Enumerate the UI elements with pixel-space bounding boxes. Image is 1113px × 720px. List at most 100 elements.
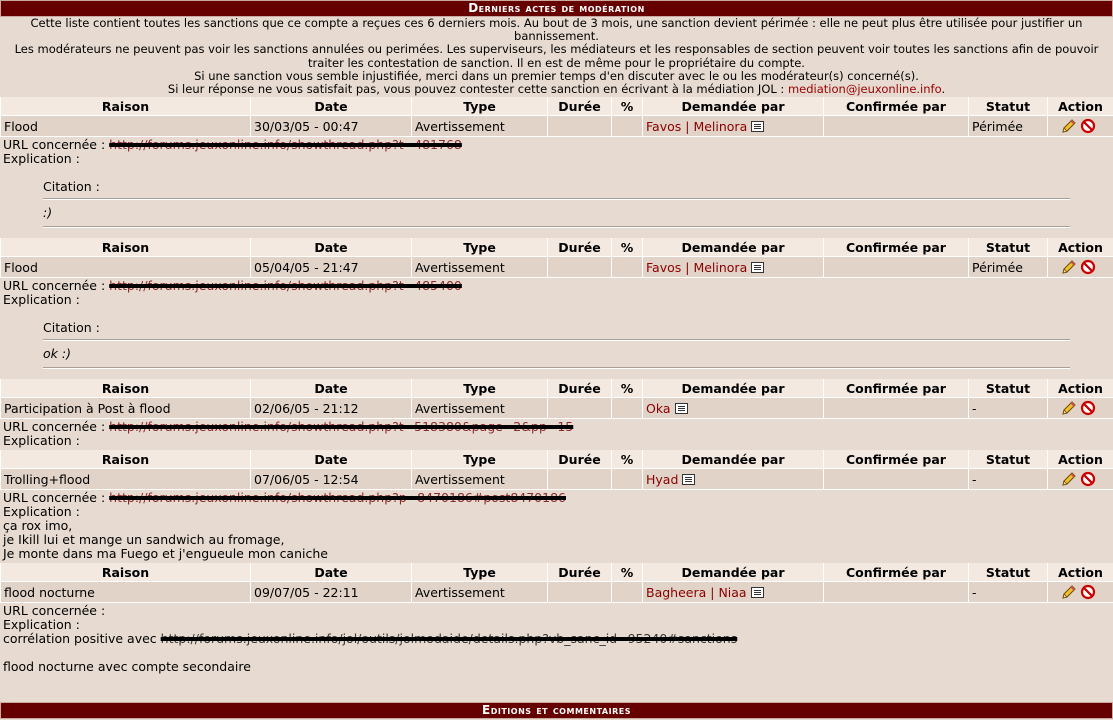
url-link[interactable]: http://forums.jeuxonline.info/showthread… — [109, 278, 462, 293]
column-header-duree: Durée — [547, 450, 611, 470]
column-header-action: Action — [1047, 379, 1113, 399]
column-header-raison: Raison — [0, 97, 250, 117]
cancel-sanction-icon[interactable] — [1080, 259, 1096, 275]
explication-url-link[interactable]: http://forums.jeuxonline.info/jol/outils… — [161, 631, 738, 646]
edit-pencil-icon[interactable] — [1061, 259, 1077, 275]
explication-prefix: corrélation positive avec — [3, 631, 161, 647]
edit-pencil-icon[interactable] — [1061, 471, 1077, 487]
url-line: URL concernée : http://forums.jeuxonline… — [3, 491, 1110, 505]
cell-action — [1047, 469, 1113, 491]
url-line: URL concernée : http://forums.jeuxonline… — [3, 420, 1110, 434]
intro-end: . — [941, 82, 946, 97]
column-header-type: Type — [411, 379, 547, 399]
cell-confirmee — [823, 469, 968, 491]
sanction-table: Raison Date Type Durée% Demandée par Confirmé… — [0, 379, 1113, 420]
citation-block: Citation : ok :) — [43, 317, 1070, 370]
cell-raison: Flood — [0, 116, 250, 138]
cell-duree — [547, 398, 611, 420]
name-separator: | — [681, 259, 694, 275]
cell-confirmee — [823, 582, 968, 604]
column-header-confirmee: Confirmée par — [823, 238, 968, 258]
cell-date: 05/04/05 - 21:47 — [250, 257, 411, 279]
column-header-pct: % — [611, 97, 642, 117]
column-header-duree: Durée — [547, 379, 611, 399]
moderator-link[interactable]: Oka — [646, 401, 671, 416]
column-header-type: Type — [411, 97, 547, 117]
cancel-sanction-icon[interactable] — [1080, 471, 1096, 487]
column-header-demandee: Demandée par — [642, 563, 823, 583]
table-row: Flood 30/03/05 - 00:47 Avertissement Favos … — [0, 116, 1113, 138]
moderator-link[interactable]: Favos — [646, 260, 681, 275]
column-header-statut: Statut — [968, 379, 1047, 399]
citation-label: Citation : — [43, 320, 100, 336]
cancel-sanction-icon[interactable] — [1080, 118, 1096, 134]
cell-duree — [547, 116, 611, 138]
moderator-link[interactable]: Melinora — [693, 119, 747, 134]
url-label: URL concernée : — [3, 137, 110, 153]
cell-pct — [611, 116, 642, 138]
private-message-icon[interactable] — [674, 402, 688, 414]
url-link[interactable]: http://forums.jeuxonline.info/showthread… — [109, 137, 462, 152]
cell-action — [1047, 116, 1113, 138]
cell-date: 02/06/05 - 21:12 — [250, 398, 411, 420]
moderator-link[interactable]: Hyad — [646, 472, 678, 487]
explication-label: Explication : — [3, 617, 80, 633]
column-header-confirmee: Confirmée par — [823, 450, 968, 470]
cell-date: 09/07/05 - 22:11 — [250, 582, 411, 604]
edit-pencil-icon[interactable] — [1061, 584, 1077, 600]
intro-text: Cette liste contient toutes les sanction… — [0, 16, 1113, 97]
column-header-confirmee: Confirmée par — [823, 563, 968, 583]
sanction-table: Raison Date Type Durée% Demandée par Confirmé… — [0, 563, 1113, 604]
cancel-sanction-icon[interactable] — [1080, 584, 1096, 600]
sanction-details: URL concernée : http://forums.jeuxonline… — [0, 490, 1113, 563]
moderator-link[interactable]: Bagheera — [646, 585, 706, 600]
cell-statut: - — [968, 398, 1047, 420]
moderator-link[interactable]: Niaa — [718, 585, 746, 600]
url-line: URL concernée : — [3, 604, 1110, 618]
table-row: flood nocturne 09/07/05 - 22:11 Avertissem… — [0, 582, 1113, 604]
moderator-link[interactable]: Melinora — [693, 260, 747, 275]
column-header-confirmee: Confirmée par — [823, 379, 968, 399]
url-label: URL concernée : — [3, 603, 106, 619]
private-message-icon[interactable] — [751, 261, 765, 273]
private-message-icon[interactable] — [682, 473, 696, 485]
table-header-row: Raison Date Type Durée% Demandée par Confirmé… — [0, 238, 1113, 258]
cell-type: Avertissement — [411, 582, 547, 604]
url-link[interactable]: http://forums.jeuxonline.info/showthread… — [109, 490, 566, 505]
url-label: URL concernée : — [3, 419, 110, 435]
column-header-action: Action — [1047, 450, 1113, 470]
cell-statut: Périmée — [968, 257, 1047, 279]
cell-duree — [547, 469, 611, 491]
moderator-link[interactable]: Favos — [646, 119, 681, 134]
edit-pencil-icon[interactable] — [1061, 400, 1077, 416]
cell-type: Avertissement — [411, 257, 547, 279]
column-header-confirmee: Confirmée par — [823, 97, 968, 117]
url-link[interactable]: http://forums.jeuxonline.info/showthread… — [109, 419, 573, 434]
sanction-details: URL concernée : http://forums.jeuxonline… — [0, 419, 1113, 450]
cell-statut: - — [968, 469, 1047, 491]
column-header-demandee: Demandée par — [642, 97, 823, 117]
column-header-pct: % — [611, 379, 642, 399]
cancel-sanction-icon[interactable] — [1080, 400, 1096, 416]
mediation-email-link[interactable]: mediation@jeuxonline.info — [788, 82, 941, 96]
cell-date: 07/06/05 - 12:54 — [250, 469, 411, 491]
cell-statut: - — [968, 582, 1047, 604]
cell-date: 30/03/05 - 00:47 — [250, 116, 411, 138]
sanction-details: URL concernée : http://forums.jeuxonline… — [0, 137, 1113, 238]
column-header-type: Type — [411, 450, 547, 470]
explication-line: corrélation positive avec http://forums.… — [3, 632, 1110, 646]
section-title-editions: Editions et commentaires — [0, 702, 1113, 719]
url-label: URL concernée : — [3, 490, 110, 506]
cell-pct — [611, 469, 642, 491]
column-header-action: Action — [1047, 238, 1113, 258]
private-message-icon[interactable] — [751, 120, 765, 132]
edit-pencil-icon[interactable] — [1061, 118, 1077, 134]
private-message-icon[interactable] — [750, 586, 764, 598]
column-header-action: Action — [1047, 563, 1113, 583]
column-header-raison: Raison — [0, 450, 250, 470]
explication-line: ça rox imo, — [3, 518, 73, 534]
explication-label: Explication : — [3, 151, 80, 167]
column-header-demandee: Demandée par — [642, 450, 823, 470]
cell-demandee: Hyad — [642, 469, 823, 491]
explication-line: Je monte dans ma Fuego et j'engueule mon… — [3, 546, 328, 562]
